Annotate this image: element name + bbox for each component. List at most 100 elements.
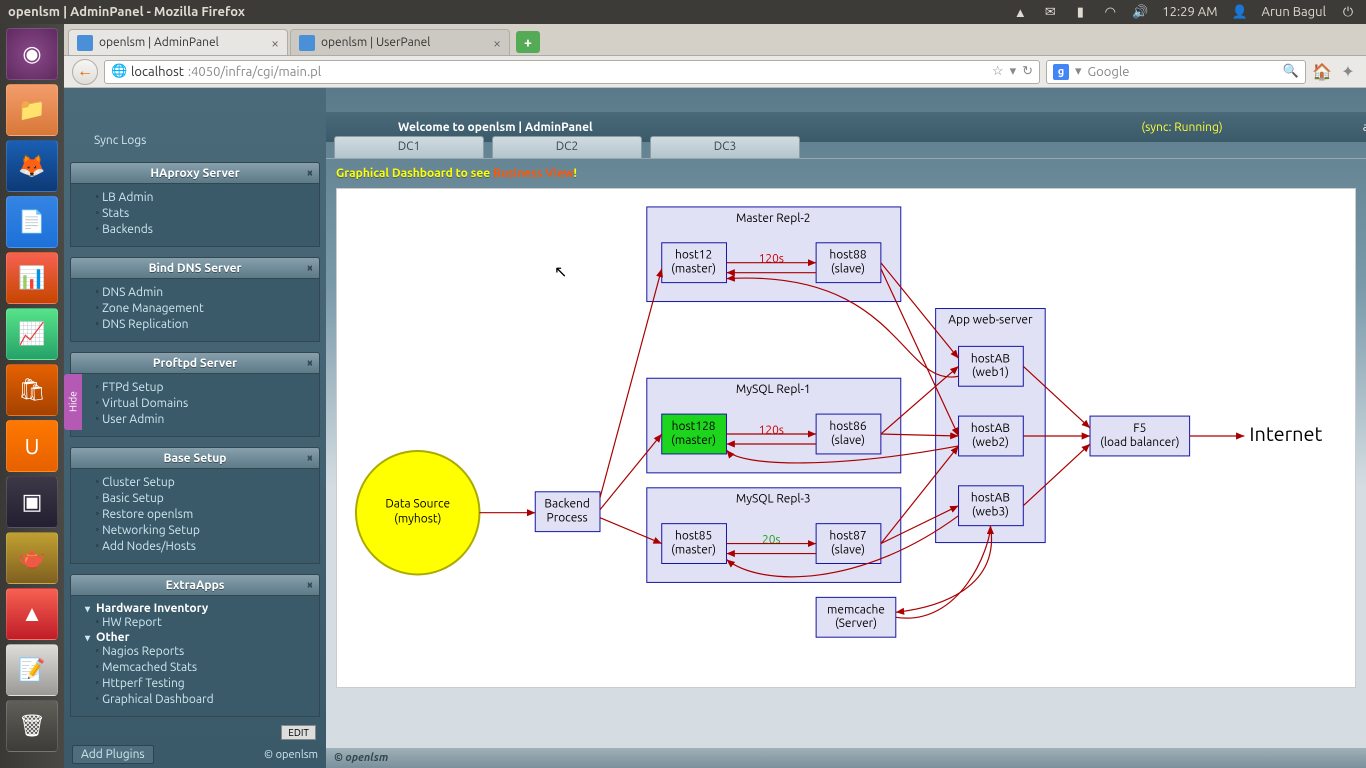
collapse-icon[interactable]: × — [307, 262, 313, 274]
globe-icon: 🌐 — [111, 64, 127, 80]
sidebar-link[interactable]: LB Admin — [95, 190, 309, 206]
sidebar-footer: Add Plugins © openlsm — [64, 745, 326, 764]
tab-dc1[interactable]: DC1 — [334, 136, 484, 158]
search-icon[interactable]: 🔍 — [1283, 64, 1299, 79]
group-other[interactable]: Other — [85, 631, 309, 644]
group-hardware[interactable]: Hardware Inventory — [85, 602, 309, 615]
sidebar-link[interactable]: Stats — [95, 206, 309, 222]
sidebar-link[interactable]: FTPd Setup — [95, 380, 309, 396]
svg-text:(web2): (web2) — [972, 436, 1009, 449]
close-icon[interactable]: × — [493, 35, 501, 51]
svg-text:MySQL Repl-3: MySQL Repl-3 — [736, 493, 811, 506]
collapse-icon[interactable]: × — [307, 452, 313, 464]
battery-icon[interactable]: ▮ — [1072, 4, 1088, 20]
close-icon[interactable]: × — [271, 35, 279, 51]
sound-icon[interactable]: 🔊 — [1132, 4, 1148, 20]
impress-icon[interactable]: 📊 — [6, 252, 58, 304]
svg-text:host87: host87 — [829, 530, 866, 543]
svg-text:(load balancer): (load balancer) — [1100, 436, 1179, 449]
clock[interactable]: 12:29 AM — [1162, 5, 1217, 19]
collapse-icon[interactable]: × — [307, 357, 313, 369]
sidebar-link[interactable]: Zone Management — [95, 301, 309, 317]
user-name[interactable]: Arun Bagul — [1262, 5, 1326, 19]
sidebar-link[interactable]: Restore openlsm — [95, 507, 309, 523]
search-box[interactable]: g ▾ Google 🔍 — [1046, 60, 1306, 84]
gedit-icon[interactable]: 📝 — [6, 644, 58, 696]
favicon-icon — [77, 35, 93, 51]
panel-header[interactable]: HAproxy Server× — [70, 162, 320, 184]
lag: 120s — [759, 253, 784, 266]
tab-dc3[interactable]: DC3 — [650, 136, 800, 158]
panel-header[interactable]: Bind DNS Server× — [70, 257, 320, 279]
hide-tab[interactable]: Hide — [64, 374, 82, 430]
sidebar-item-synclogs[interactable]: Sync Logs — [64, 130, 326, 152]
sidebar-link[interactable]: Cluster Setup — [95, 475, 309, 491]
dash-icon[interactable]: ◉ — [6, 28, 58, 80]
app-body: Sync Logs HAproxy Server× LB Admin Stats… — [64, 88, 1366, 768]
link[interactable]: Sync Logs — [94, 134, 146, 147]
sidebar-link[interactable]: DNS Replication — [95, 317, 309, 333]
panel-header[interactable]: Proftpd Server× — [70, 352, 320, 374]
svg-text:(slave): (slave) — [831, 544, 865, 557]
calc-icon[interactable]: 📈 — [6, 308, 58, 360]
panel-base: Base Setup× Cluster Setup Basic Setup Re… — [70, 447, 320, 564]
sidebar-link[interactable]: HW Report — [95, 615, 309, 631]
lag: 20s — [762, 534, 781, 547]
svg-text:(web3): (web3) — [972, 506, 1009, 519]
svg-text:host88: host88 — [829, 249, 866, 262]
sidebar-link[interactable]: Virtual Domains — [95, 396, 309, 412]
svg-text:F5: F5 — [1133, 422, 1146, 435]
collapse-icon[interactable]: × — [307, 167, 313, 179]
svg-text:(Server): (Server) — [835, 617, 877, 630]
software-icon[interactable]: 🛍 — [6, 364, 58, 416]
svg-text:(master): (master) — [671, 263, 716, 276]
ubuntu-one-icon[interactable]: U — [6, 420, 58, 472]
teapot-icon[interactable]: 🫖 — [6, 532, 58, 584]
terminal-icon[interactable]: ▣ — [6, 476, 58, 528]
sidebar-link[interactable]: Httperf Testing — [95, 676, 309, 692]
sidebar-link[interactable]: Basic Setup — [95, 491, 309, 507]
wifi-icon[interactable]: ◠ — [1102, 4, 1118, 20]
trash-icon[interactable]: 🗑 — [6, 700, 58, 752]
window-title: openlsm | AdminPanel - Mozilla Firefox — [0, 5, 1012, 19]
tab-bar: openlsm | AdminPanel × openlsm | UserPan… — [64, 24, 1366, 56]
panel-proftpd: Proftpd Server× FTPd Setup Virtual Domai… — [70, 352, 320, 437]
svg-text:(web1): (web1) — [972, 366, 1009, 379]
files-icon[interactable]: 📁 — [6, 84, 58, 136]
sidebar-link[interactable]: Nagios Reports — [95, 644, 309, 660]
session-icon[interactable]: ⏻ — [1340, 4, 1356, 20]
sidebar-link[interactable]: Add Nodes/Hosts — [95, 539, 309, 555]
panel-header[interactable]: ExtraApps× — [70, 574, 320, 596]
url-bar[interactable]: 🌐 localhost:4050/infra/cgi/main.pl ☆ ▾ ↻ — [104, 60, 1040, 84]
mail-icon[interactable]: ✉ — [1042, 4, 1058, 20]
edit-button[interactable]: EDIT — [281, 725, 316, 740]
sidebar-link[interactable]: Memcached Stats — [95, 660, 309, 676]
panel-haproxy: HAproxy Server× LB Admin Stats Backends — [70, 162, 320, 247]
addon-icon[interactable]: ✦ — [1338, 62, 1358, 82]
back-button[interactable]: ← — [72, 59, 98, 85]
sidebar-link[interactable]: Networking Setup — [95, 523, 309, 539]
add-plugins-button[interactable]: Add Plugins — [72, 745, 154, 764]
star-icon[interactable]: ☆ — [992, 64, 1004, 79]
writer-icon[interactable]: 📄 — [6, 196, 58, 248]
sidebar-link[interactable]: Graphical Dashboard — [95, 692, 309, 708]
collapse-icon[interactable]: × — [307, 579, 313, 591]
dropdown-icon[interactable]: ▾ — [1010, 64, 1017, 79]
dropdown-icon[interactable]: ▾ — [1075, 64, 1082, 79]
tab-dc2[interactable]: DC2 — [492, 136, 642, 158]
reload-icon[interactable]: ↻ — [1022, 64, 1033, 79]
sidebar-link[interactable]: DNS Admin — [95, 285, 309, 301]
firefox-icon[interactable]: 🦊 — [6, 140, 58, 192]
search-placeholder: Google — [1088, 65, 1130, 79]
sidebar-link[interactable]: User Admin — [95, 412, 309, 428]
svg-text:(master): (master) — [671, 434, 716, 447]
sidebar-link[interactable]: Backends — [95, 222, 309, 238]
vlc-icon[interactable]: ▲ — [6, 588, 58, 640]
svg-text:host86: host86 — [829, 420, 866, 433]
tab-userpanel[interactable]: openlsm | UserPanel × — [290, 29, 510, 55]
tab-adminpanel[interactable]: openlsm | AdminPanel × — [68, 29, 288, 55]
new-tab-button[interactable]: + — [516, 31, 540, 53]
panel-header[interactable]: Base Setup× — [70, 447, 320, 469]
home-icon[interactable]: 🏠 — [1312, 62, 1332, 82]
vlc-tray-icon[interactable]: ▲ — [1012, 4, 1028, 20]
